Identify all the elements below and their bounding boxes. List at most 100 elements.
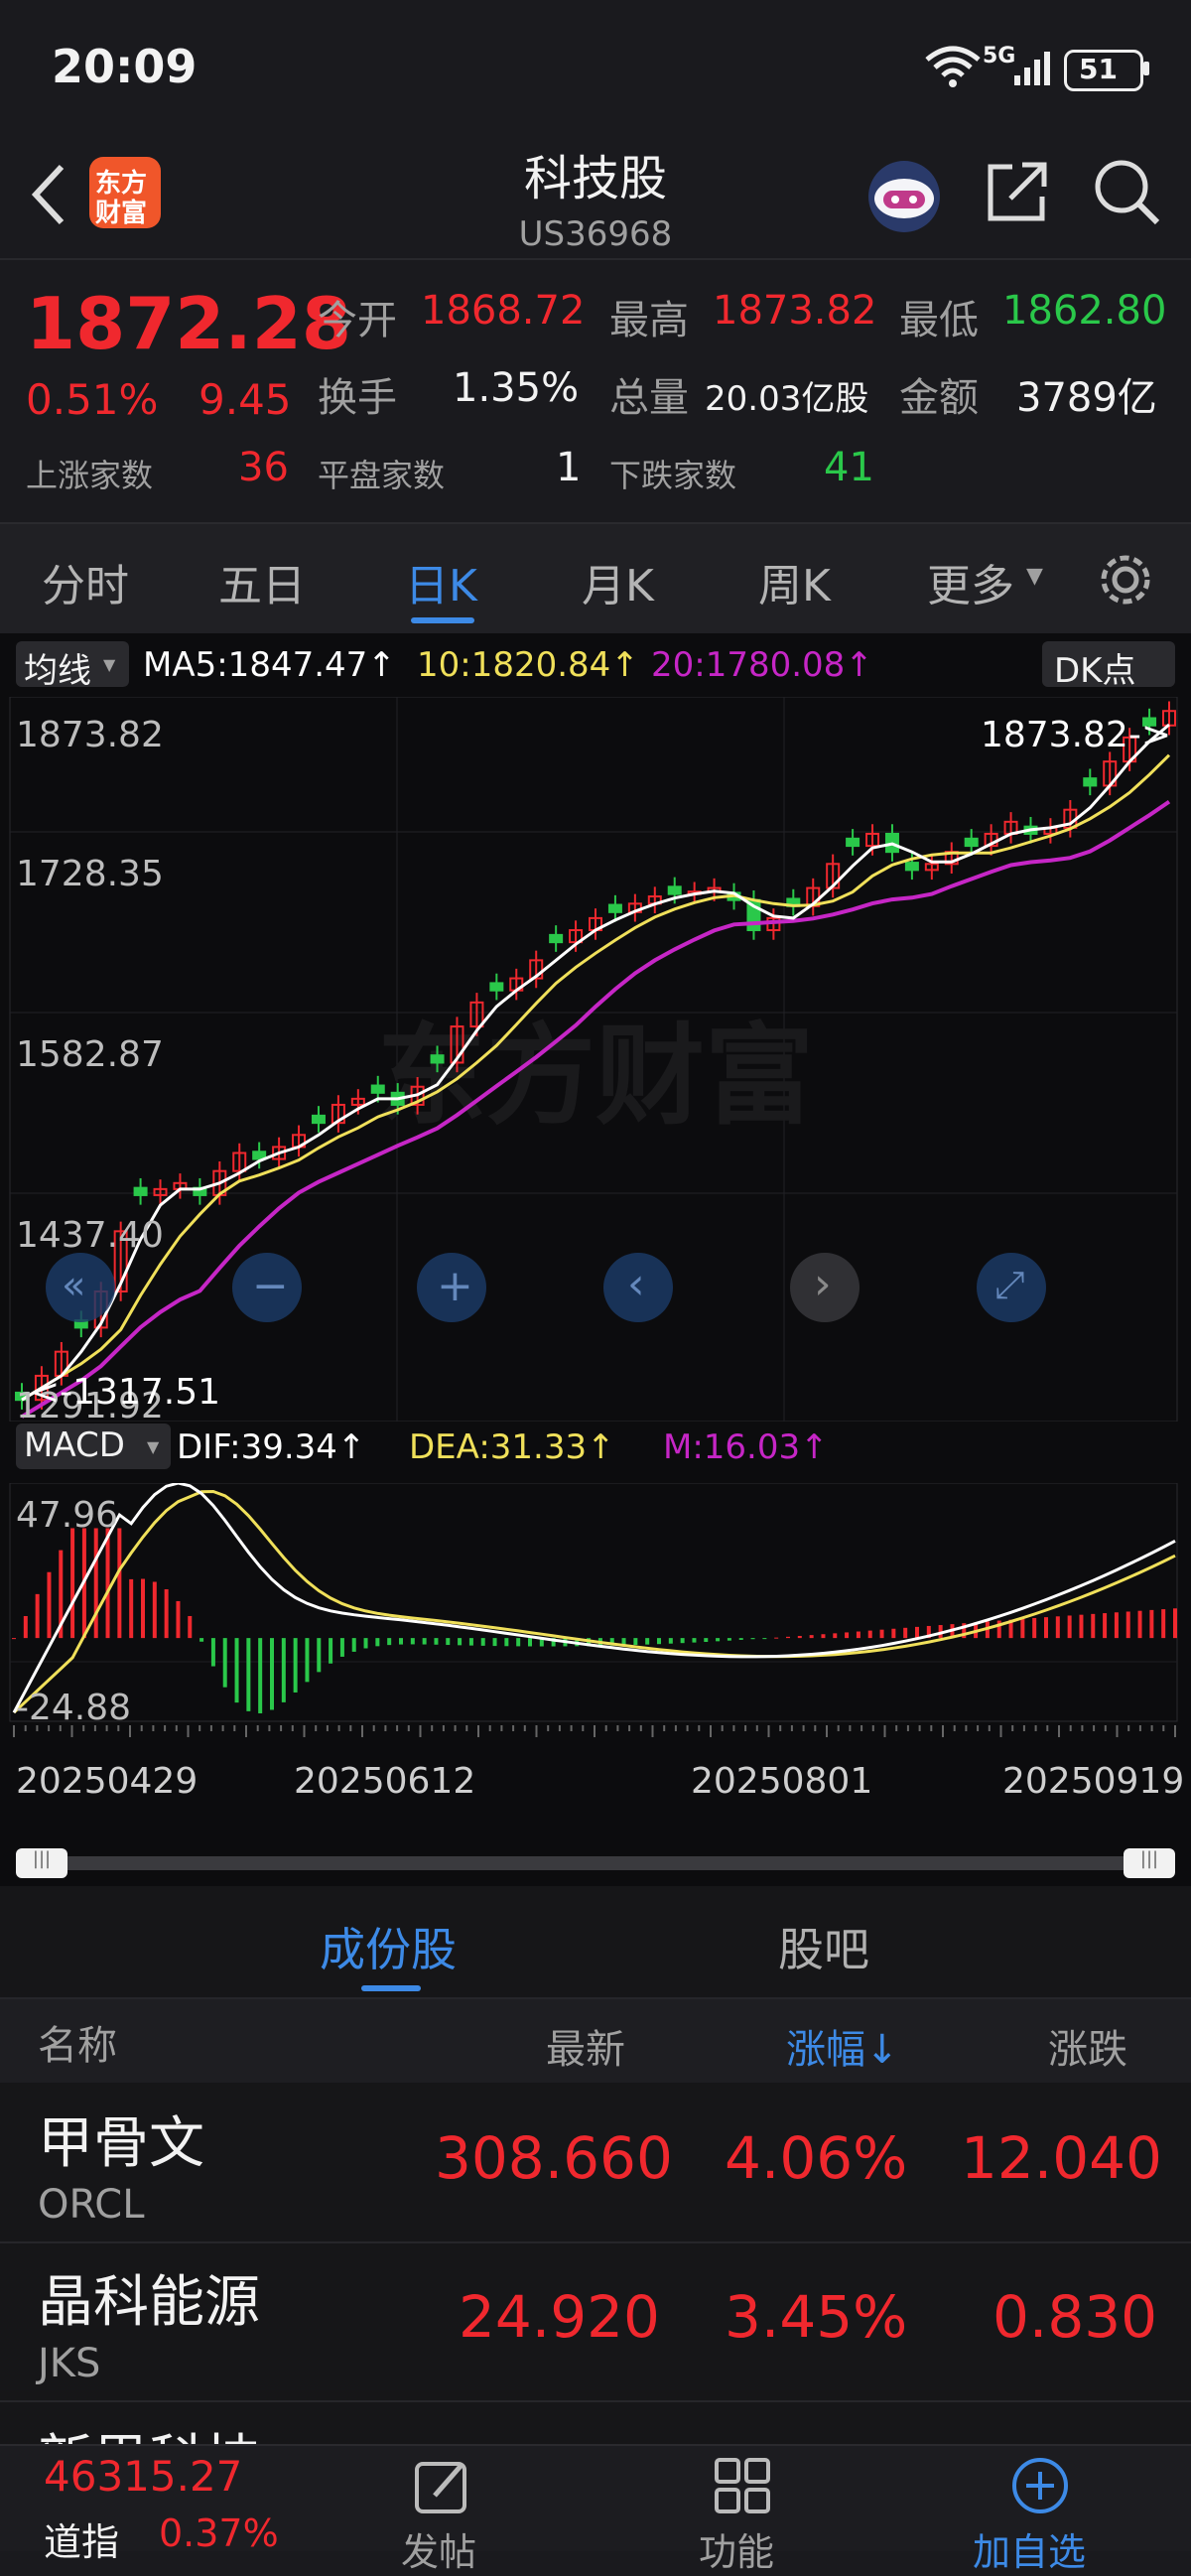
macd-bar bbox=[727, 1638, 731, 1641]
stock-pct: 4.06% bbox=[725, 2124, 908, 2192]
expand-icon: ⤢ bbox=[994, 1263, 1025, 1306]
tab-forum[interactable]: 股吧 bbox=[778, 1914, 869, 1979]
macd-bar bbox=[492, 1638, 497, 1647]
macd-bar bbox=[387, 1638, 392, 1646]
robot-assistant-icon[interactable] bbox=[861, 153, 947, 236]
chevron-right-icon: › bbox=[814, 1259, 832, 1309]
macd-bar bbox=[903, 1627, 908, 1639]
macd-bar bbox=[1091, 1613, 1096, 1639]
macd-bar bbox=[1173, 1608, 1177, 1639]
chevron-left-icon: ‹ bbox=[627, 1259, 645, 1309]
y-tick-4: 1437.40 bbox=[16, 1215, 164, 1256]
macd-bar bbox=[786, 1636, 790, 1639]
macd-bar bbox=[1044, 1617, 1048, 1639]
macd-bar bbox=[199, 1638, 204, 1642]
open-value: 1868.72 bbox=[421, 288, 586, 334]
macd-bar bbox=[363, 1638, 368, 1649]
list-tab-indicator bbox=[361, 1985, 421, 1991]
back-icon[interactable] bbox=[24, 159, 73, 228]
macd-m: M:16.03↑ bbox=[663, 1427, 829, 1467]
tab-weekly-k[interactable]: 周K bbox=[758, 550, 831, 613]
compose-icon[interactable] bbox=[411, 2454, 474, 2517]
macd-selector[interactable]: MACD ▼ bbox=[16, 1424, 171, 1469]
ma-selector[interactable]: 均线 ▼ bbox=[16, 641, 129, 691]
macd-bar bbox=[738, 1638, 743, 1640]
settings-gear-icon[interactable] bbox=[1096, 550, 1155, 610]
tab-five-day[interactable]: 五日 bbox=[218, 550, 306, 613]
macd-bar bbox=[93, 1528, 98, 1639]
candle-body bbox=[549, 933, 564, 944]
stock-name: 晶科能源 bbox=[38, 2270, 260, 2335]
tab-constituents[interactable]: 成份股 bbox=[320, 1914, 457, 1979]
macd-bar bbox=[258, 1638, 263, 1713]
search-icon[interactable] bbox=[1090, 155, 1163, 228]
candle-body bbox=[370, 1084, 385, 1094]
col-pct[interactable]: 涨幅↓ bbox=[786, 2017, 899, 2075]
macd-bar bbox=[879, 1629, 884, 1639]
low-label: 最低 bbox=[899, 298, 979, 343]
macd-bar bbox=[809, 1635, 814, 1639]
macd-bar bbox=[351, 1638, 356, 1652]
macd-bar bbox=[915, 1626, 919, 1639]
macd-selector-label: MACD bbox=[24, 1425, 125, 1465]
macd-bar bbox=[129, 1578, 134, 1639]
add-watchlist-icon[interactable] bbox=[1008, 2454, 1072, 2517]
col-change[interactable]: 涨跌 bbox=[1048, 2017, 1127, 2075]
macd-bar bbox=[1103, 1613, 1108, 1639]
price-change: 9.45 bbox=[198, 375, 292, 424]
flat-count: 1 bbox=[556, 445, 582, 490]
wifi-icon bbox=[925, 46, 981, 87]
index-value[interactable]: 46315.27 bbox=[44, 2452, 242, 2501]
amount-label: 金额 bbox=[899, 375, 979, 421]
scroll-left-button[interactable]: ‹ bbox=[603, 1253, 673, 1322]
dk-label: DK点 bbox=[1054, 651, 1136, 691]
macd-bar bbox=[716, 1638, 721, 1642]
clock: 20:09 bbox=[52, 40, 198, 93]
stock-pct: 3.45% bbox=[725, 2283, 908, 2351]
scroll-right-button[interactable]: › bbox=[790, 1253, 860, 1322]
table-row[interactable]: 晶科能源 JKS 24.920 3.45% 0.830 bbox=[0, 2243, 1191, 2402]
network-label: 5G bbox=[983, 44, 1016, 68]
y-tick-3: 1582.87 bbox=[16, 1034, 164, 1075]
dk-point-button[interactable]: DK点 bbox=[1042, 641, 1175, 691]
macd-chart[interactable]: 47.96 -24.88 bbox=[0, 1483, 1191, 1741]
zoom-in-button[interactable]: + bbox=[417, 1253, 486, 1322]
macd-dea: DEA:31.33↑ bbox=[409, 1427, 615, 1467]
tab-monthly-k[interactable]: 月K bbox=[582, 550, 654, 613]
grid-apps-icon[interactable] bbox=[711, 2454, 774, 2517]
macd-bar bbox=[1161, 1609, 1166, 1639]
table-row[interactable]: 甲骨文 ORCL 308.660 4.06% 12.040 bbox=[0, 2085, 1191, 2243]
tab-daily-k[interactable]: 日K bbox=[405, 550, 477, 613]
candle-body bbox=[964, 837, 979, 848]
tab-more[interactable]: 更多 bbox=[927, 550, 1014, 613]
share-icon[interactable] bbox=[983, 157, 1052, 226]
macd-bar bbox=[1079, 1614, 1084, 1639]
turnover-label: 换手 bbox=[318, 375, 397, 421]
macd-bar bbox=[833, 1633, 838, 1639]
candle-body bbox=[846, 837, 860, 848]
tab-intraday[interactable]: 分时 bbox=[42, 550, 129, 613]
ma5-value: MA5:1847.47↑ bbox=[143, 645, 396, 685]
macd-bar bbox=[375, 1638, 380, 1647]
candle-body bbox=[1083, 777, 1098, 787]
last-price: 1872.28 bbox=[26, 282, 351, 365]
macd-bar bbox=[704, 1638, 709, 1643]
macd-bar bbox=[1137, 1610, 1142, 1639]
range-slider-track[interactable] bbox=[16, 1856, 1175, 1870]
zoom-out-button[interactable]: − bbox=[232, 1253, 302, 1322]
macd-bar bbox=[633, 1638, 638, 1646]
range-slider-right-handle[interactable]: ||| bbox=[1124, 1848, 1175, 1878]
page-title: 科技股 bbox=[523, 151, 667, 206]
range-slider-left-handle[interactable]: ||| bbox=[16, 1848, 67, 1878]
zoom-first-button[interactable]: « bbox=[46, 1253, 115, 1322]
y-tick-2: 1728.35 bbox=[16, 854, 164, 894]
open-label: 今开 bbox=[318, 298, 397, 343]
index-name: 道指 bbox=[44, 2520, 120, 2564]
fullscreen-button[interactable]: ⤢ bbox=[977, 1253, 1046, 1322]
battery-tip bbox=[1143, 62, 1149, 75]
amount-value: 3789亿 bbox=[1016, 375, 1157, 421]
col-latest[interactable]: 最新 bbox=[546, 2017, 625, 2075]
macd-bar bbox=[468, 1638, 473, 1646]
ma-selector-label: 均线 bbox=[24, 651, 91, 691]
stock-change: 0.830 bbox=[992, 2283, 1158, 2351]
